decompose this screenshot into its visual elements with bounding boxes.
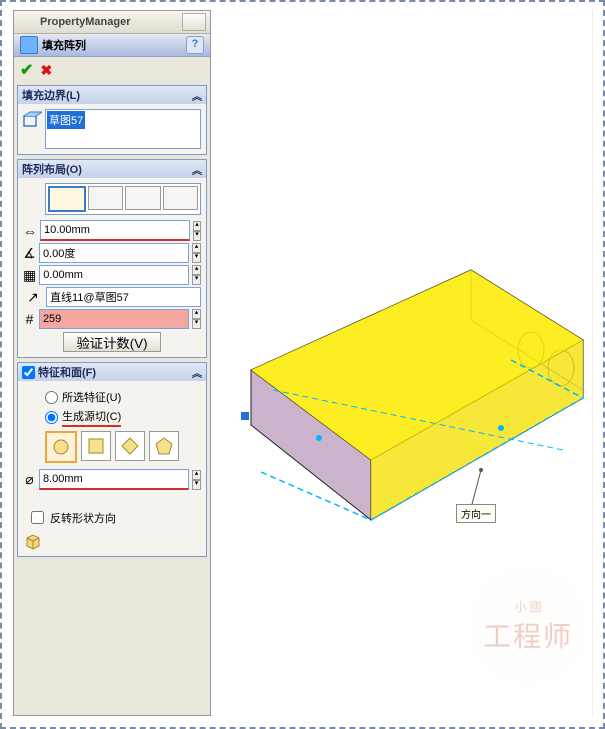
cancel-icon[interactable]: ✖ bbox=[40, 62, 52, 78]
angle-icon: ∡ bbox=[23, 243, 36, 263]
shape-square[interactable] bbox=[81, 431, 111, 461]
collapse-icon[interactable]: ︽ bbox=[192, 365, 202, 380]
watermark: 小 國 工程师 bbox=[468, 566, 588, 686]
opt-selected-label: 所选特征(U) bbox=[62, 389, 121, 405]
pattern-perforation[interactable] bbox=[48, 186, 86, 212]
features-enable-checkbox[interactable] bbox=[22, 366, 35, 379]
section-layout: 阵列布局(O) ︽ ⇔ ▴▾ ∡ ▴▾ ▦ ▴▾ bbox=[17, 159, 207, 358]
section-header[interactable]: 填充边界(L) ︽ bbox=[18, 86, 206, 104]
pattern-square[interactable] bbox=[125, 186, 161, 210]
command-titlebar: 填充阵列 ? bbox=[14, 34, 210, 57]
shape-diamond[interactable] bbox=[115, 431, 145, 461]
boundary-selection-box[interactable]: 草图57 bbox=[45, 109, 201, 149]
spinner[interactable]: ▴▾ bbox=[192, 243, 201, 263]
model-preview bbox=[211, 160, 591, 590]
collapse-icon[interactable]: ︽ bbox=[192, 162, 202, 177]
spinner[interactable]: ▴▾ bbox=[192, 470, 201, 490]
direction-icon: ↗ bbox=[23, 287, 43, 307]
count-input[interactable] bbox=[39, 309, 189, 329]
spinner[interactable]: ▴▾ bbox=[192, 309, 201, 329]
diameter-icon: ⌀ bbox=[23, 470, 36, 490]
property-manager-header: PropertyManager bbox=[14, 11, 210, 34]
ok-icon[interactable]: ✔ bbox=[20, 62, 33, 79]
pin-icon[interactable] bbox=[182, 13, 206, 31]
spinner[interactable]: ▴▾ bbox=[193, 221, 201, 241]
pm-title: PropertyManager bbox=[18, 16, 182, 28]
opt-create-seed[interactable] bbox=[45, 411, 58, 424]
pattern-circular[interactable] bbox=[88, 186, 124, 210]
count-icon: # bbox=[23, 309, 36, 329]
section-header[interactable]: 阵列布局(O) ︽ bbox=[18, 160, 206, 178]
flip-checkbox[interactable] bbox=[31, 511, 44, 524]
flip-label: 反转形状方向 bbox=[50, 510, 116, 526]
spacing-input[interactable] bbox=[40, 220, 190, 241]
selection-item[interactable]: 草图57 bbox=[47, 111, 85, 129]
diameter-input[interactable] bbox=[39, 469, 189, 490]
section-features: 特征和面(F) ︽ 所选特征(U) 生成源切(C) ⌀ ▴▾ bbox=[17, 362, 207, 557]
margin-input[interactable] bbox=[39, 265, 189, 285]
direction-callout: 方向一 bbox=[456, 504, 496, 523]
pattern-type-row bbox=[45, 183, 201, 215]
spinner[interactable]: ▴▾ bbox=[192, 265, 201, 285]
shape-circle[interactable] bbox=[45, 431, 77, 463]
help-icon[interactable]: ? bbox=[186, 36, 204, 54]
collapse-icon[interactable]: ︽ bbox=[192, 88, 202, 103]
command-label: 填充阵列 bbox=[42, 37, 186, 53]
3d-viewport[interactable]: 方向一 小 國 工程师 bbox=[211, 10, 592, 716]
pattern-polygon[interactable] bbox=[163, 186, 199, 210]
opt-seed-label: 生成源切(C) bbox=[62, 408, 121, 427]
body-icon[interactable] bbox=[23, 531, 43, 551]
sketch-region-icon bbox=[22, 110, 42, 130]
section-fill-boundary: 填充边界(L) ︽ 草图57 bbox=[17, 85, 207, 155]
opt-selected-features[interactable] bbox=[45, 391, 58, 404]
direction-input[interactable] bbox=[46, 287, 201, 307]
fill-pattern-icon bbox=[20, 36, 38, 54]
margin-icon: ▦ bbox=[23, 265, 36, 285]
shape-polygon[interactable] bbox=[149, 431, 179, 461]
spacing-icon: ⇔ bbox=[23, 221, 37, 241]
section-header[interactable]: 特征和面(F) ︽ bbox=[18, 363, 206, 381]
angle-input[interactable] bbox=[39, 243, 189, 263]
validate-count-button[interactable]: 验证计数(V) bbox=[63, 332, 160, 352]
